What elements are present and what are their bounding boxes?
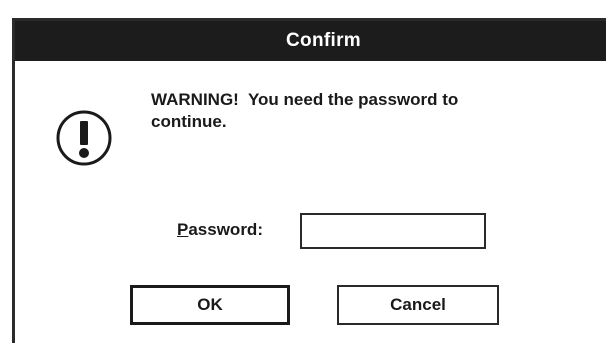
cancel-button[interactable]: Cancel [337, 285, 499, 325]
title-bar[interactable]: Confirm [15, 21, 606, 61]
confirm-dialog: Confirm WARNING! You need the password t… [12, 18, 606, 343]
cancel-button-label: Cancel [390, 295, 446, 314]
warning-message: WARNING! You need the password to contin… [151, 90, 459, 131]
ok-button[interactable]: OK [130, 285, 290, 325]
exclamation-icon [56, 110, 112, 166]
password-label-accelerator: P [177, 220, 189, 239]
ok-button-label: OK [197, 295, 223, 314]
password-label-text: assword: [188, 220, 263, 239]
password-label: Password: [177, 220, 263, 240]
dialog-title: Confirm [286, 30, 361, 51]
password-field[interactable] [300, 213, 486, 249]
